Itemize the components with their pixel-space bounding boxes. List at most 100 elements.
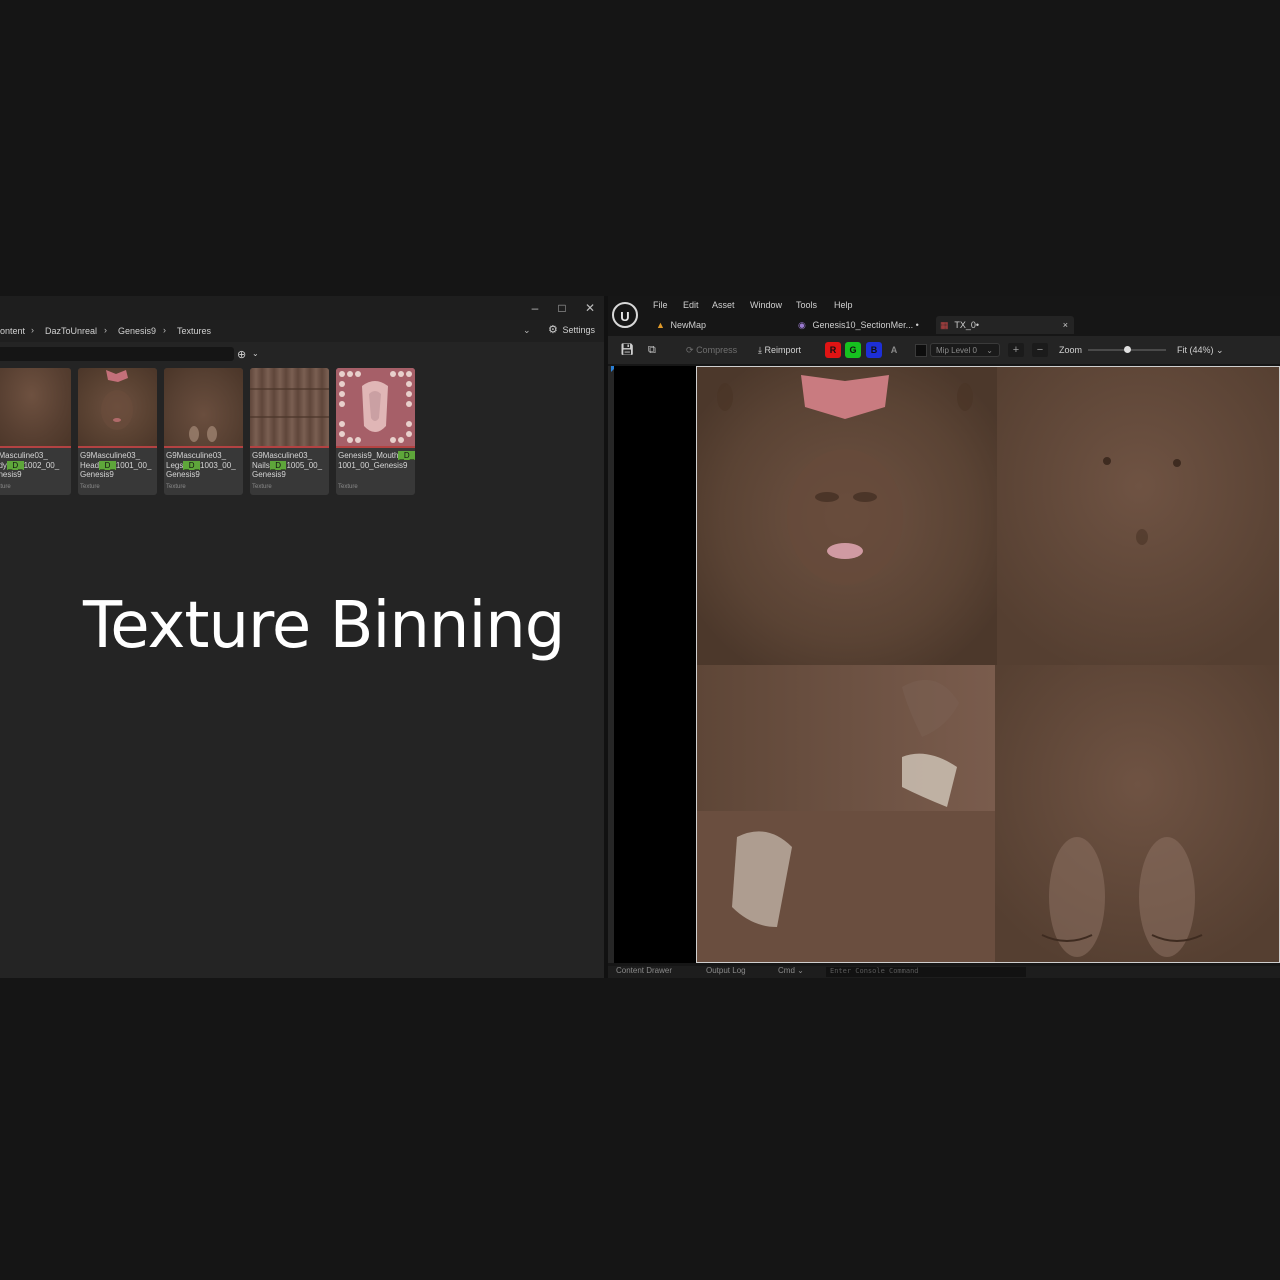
reimport-button[interactable]: ⤓ Reimport: [758, 336, 801, 364]
menu-edit[interactable]: Edit: [683, 300, 699, 310]
compress-label: Compress: [696, 345, 738, 355]
legs-texture-art: [189, 426, 217, 442]
asset-name: G9Masculine03_ Head_D_1001_00_ Genesis9: [80, 451, 152, 479]
fit-dropdown[interactable]: Fit (44%) ⌄: [1177, 336, 1224, 364]
menu-file[interactable]: File: [653, 300, 668, 310]
asset-type-bar: [164, 446, 243, 448]
channel-r-toggle[interactable]: R: [825, 342, 841, 358]
compress-button[interactable]: ⟳ Compress: [686, 336, 737, 364]
tab-tx0[interactable]: ▦ TX_0• ×: [936, 316, 1074, 334]
asset-tile-body[interactable]: 9Masculine03_ ody_D_1002_00_ enesis9 ext…: [0, 368, 71, 495]
asset-type-label: Texture: [338, 484, 358, 490]
tab-label: TX_0•: [954, 320, 980, 330]
texture-thumbnail: [250, 368, 329, 446]
asset-tile-nails[interactable]: G9Masculine03_ Nails_D_1005_00_ Genesis9…: [250, 368, 329, 495]
texture-viewport[interactable]: [608, 366, 1280, 963]
texture-editor-panel: U File Edit Asset Window Tools Help ▲ Ne…: [608, 296, 1280, 978]
breadcrumb-genesis9[interactable]: Genesis9: [118, 326, 156, 336]
channel-a-toggle[interactable]: A: [886, 342, 902, 358]
texture-thumbnail: [164, 368, 243, 446]
asset-type-label: Texture: [166, 484, 186, 490]
mip-checkbox[interactable]: [915, 344, 927, 357]
level-icon: ▲: [656, 320, 665, 330]
asset-name: 9Masculine03_ ody_D_1002_00_ enesis9: [0, 451, 60, 479]
add-filter-icon[interactable]: ⊕: [237, 348, 246, 361]
mip-increase-button[interactable]: +: [1008, 343, 1024, 357]
cmd-dropdown[interactable]: Cmd ⌄: [778, 966, 804, 975]
console-input[interactable]: Enter Console Command: [826, 967, 1026, 977]
menu-help[interactable]: Help: [834, 300, 853, 310]
asset-type-bar: [250, 446, 329, 448]
unreal-logo-icon: U: [612, 302, 638, 328]
unsaved-indicator: •: [915, 320, 919, 330]
asset-tile-legs[interactable]: G9Masculine03_ Legs_D_1003_00_ Genesis9 …: [164, 368, 243, 495]
asset-type-label: Texture: [252, 484, 272, 490]
mip-level-dropdown[interactable]: Mip Level 0 ⌄: [930, 343, 1000, 357]
chevron-down-icon: ⌄: [1216, 345, 1224, 355]
nails-texture-art: [250, 388, 329, 418]
zoom-label: Zoom: [1059, 345, 1083, 355]
status-bar: Content Drawer Output Log Cmd ⌄ Enter Co…: [608, 966, 1280, 978]
head-texture-art: [101, 370, 133, 430]
asset-tile-head[interactable]: G9Masculine03_ Head_D_1001_00_ Genesis9 …: [78, 368, 157, 495]
mip-level-label: Mip Level 0: [936, 346, 977, 355]
maximize-button[interactable]: □: [552, 298, 572, 318]
reimport-icon: ⤓: [758, 345, 762, 355]
output-log-button[interactable]: Output Log: [706, 966, 746, 975]
overlay-title: Texture Binning: [83, 589, 565, 663]
chevron-right-icon: ›: [31, 325, 34, 335]
texture-thumbnail: [78, 368, 157, 446]
tab-newmap[interactable]: ▲ NewMap: [656, 316, 786, 334]
breadcrumb-content[interactable]: ontent: [0, 326, 25, 336]
editor-toolbar: 💾︎ ⧉ ⟳ Compress ⤓ Reimport R G B A Mip L…: [608, 336, 1280, 364]
breadcrumb-daztounreal[interactable]: DazToUnreal: [45, 326, 97, 336]
chevron-right-icon: ›: [163, 325, 166, 335]
menu-asset[interactable]: Asset: [712, 300, 735, 310]
texture-icon: ▦: [940, 320, 949, 330]
asset-name: G9Masculine03_ Legs_D_1003_00_ Genesis9: [166, 451, 236, 479]
chevron-right-icon: ›: [104, 325, 107, 335]
compress-icon: ⟳: [686, 345, 694, 355]
settings-label: Settings: [562, 325, 596, 335]
texture-preview: [696, 366, 1280, 963]
tab-genesis10-section[interactable]: ◉ Genesis10_SectionMer... •: [798, 316, 928, 334]
settings-button[interactable]: ⚙ Settings: [548, 323, 595, 339]
asset-type-bar: [336, 446, 415, 448]
chevron-down-icon[interactable]: ⌄: [252, 349, 259, 358]
texture-thumbnail: [336, 368, 415, 446]
mip-decrease-button[interactable]: −: [1032, 343, 1048, 357]
asset-type-bar: [78, 446, 157, 448]
asset-name: Genesis9_Mouth_D_ 1001_00_Genesis9: [338, 451, 415, 470]
tab-label: NewMap: [670, 320, 707, 330]
reimport-label: Reimport: [764, 345, 802, 355]
viewport-background: [614, 366, 696, 963]
close-tab-icon[interactable]: ×: [1063, 316, 1068, 334]
chevron-down-icon: ⌄: [986, 346, 993, 355]
content-browser-panel: – □ ✕ ontent › DazToUnreal › Genesis9 › …: [0, 296, 604, 978]
chevron-down-icon[interactable]: ⌄: [523, 325, 531, 336]
material-icon: ◉: [798, 320, 806, 330]
channel-b-toggle[interactable]: B: [866, 342, 882, 358]
zoom-slider-handle[interactable]: [1124, 346, 1131, 353]
minimize-button[interactable]: –: [525, 298, 545, 318]
browse-asset-icon[interactable]: ⧉: [648, 336, 656, 364]
asset-type-bar: [0, 446, 71, 448]
search-input[interactable]: [0, 347, 234, 361]
tab-label: Genesis10_SectionMer...: [812, 320, 914, 330]
fit-label: Fit (44%): [1177, 345, 1214, 355]
asset-type-label: Texture: [80, 484, 100, 490]
asset-name: G9Masculine03_ Nails_D_1005_00_ Genesis9: [252, 451, 323, 479]
screenshot-canvas: – □ ✕ ontent › DazToUnreal › Genesis9 › …: [0, 0, 1280, 1280]
asset-tile-mouth[interactable]: Genesis9_Mouth_D_ 1001_00_Genesis9 Textu…: [336, 368, 415, 495]
save-icon[interactable]: 💾︎: [620, 336, 634, 364]
mouth-texture-art: [336, 368, 415, 446]
breadcrumb: ontent › DazToUnreal › Genesis9 › Textur…: [0, 320, 604, 342]
channel-g-toggle[interactable]: G: [845, 342, 861, 358]
content-drawer-button[interactable]: Content Drawer: [616, 966, 672, 975]
menu-window[interactable]: Window: [750, 300, 782, 310]
menu-tools[interactable]: Tools: [796, 300, 817, 310]
breadcrumb-textures[interactable]: Textures: [177, 326, 211, 336]
close-window-button[interactable]: ✕: [580, 298, 600, 318]
skin-texture-map: [697, 367, 1279, 962]
document-tabs: ▲ NewMap ◉ Genesis10_SectionMer... • ▦ T…: [648, 316, 1280, 334]
